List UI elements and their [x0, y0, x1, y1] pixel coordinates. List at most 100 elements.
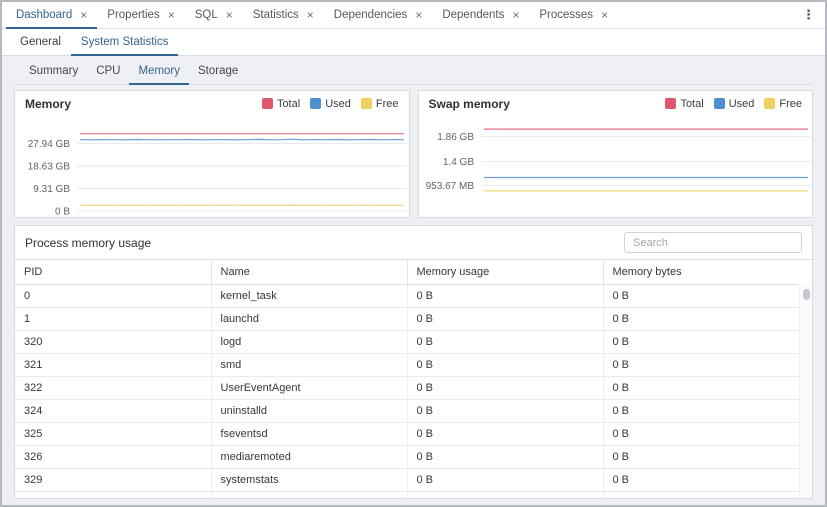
table-row: 322UserEventAgent0 B0 B: [15, 377, 799, 400]
table-cell: 0 B: [407, 446, 603, 469]
table-scrollbar[interactable]: [799, 285, 812, 498]
subtab-storage[interactable]: Storage: [189, 59, 247, 85]
table-cell: 0 B: [603, 492, 799, 499]
tab-dependents[interactable]: Dependents×: [432, 2, 529, 29]
document-tab-bar: Dashboard×Properties×SQL×Statistics×Depe…: [2, 2, 825, 29]
dashboard-section-tab-bar: GeneralSystem Statistics: [2, 29, 825, 56]
tab-label: SQL: [195, 9, 218, 21]
legend-item-total: Total: [262, 98, 300, 110]
table-cell: UserEventAgent: [211, 377, 407, 400]
column-header-pid[interactable]: PID: [15, 260, 211, 285]
tab-statistics[interactable]: Statistics ×: [243, 2, 324, 29]
table-cell: 326: [15, 446, 211, 469]
table-cell: 0 B: [407, 285, 603, 308]
table-cell: 0 B: [407, 377, 603, 400]
table-row: 321smd0 B0 B: [15, 354, 799, 377]
close-icon[interactable]: ×: [601, 9, 608, 21]
table-body: 0kernel_task0 B0 B1launchd0 B0 B320logd0…: [15, 285, 799, 499]
table-cell: 0 B: [407, 331, 603, 354]
table-row: 324uninstalld0 B0 B: [15, 400, 799, 423]
process-memory-usage-panel: Process memory usage PIDNameMemory usage…: [14, 225, 813, 499]
tab-label: Properties: [107, 9, 159, 21]
process-table-wrap: PIDNameMemory usageMemory bytes 0kernel_…: [15, 259, 812, 498]
table-row: 325fseventsd0 B0 B: [15, 423, 799, 446]
tab-label: Statistics: [253, 9, 299, 21]
legend-label: Used: [729, 98, 755, 110]
table-cell: kernel_task: [211, 285, 407, 308]
memory-chart-header: Memory TotalUsedFree: [15, 91, 409, 116]
table-cell: 0 B: [603, 285, 799, 308]
close-icon[interactable]: ×: [226, 9, 233, 21]
table-cell: 0 B: [603, 469, 799, 492]
svg-text:953.67 MB: 953.67 MB: [425, 181, 474, 192]
tab-properties[interactable]: Properties ×: [97, 2, 184, 29]
tab-label: Dashboard: [16, 9, 72, 21]
table-cell: configd: [211, 492, 407, 499]
kebab-menu-icon[interactable]: ⋮: [792, 2, 825, 28]
process-table: PIDNameMemory usageMemory bytes 0kernel_…: [15, 260, 799, 498]
legend-swatch-icon: [764, 98, 775, 109]
table-cell: 0 B: [407, 400, 603, 423]
close-icon[interactable]: ×: [307, 9, 314, 21]
table-cell: 320: [15, 331, 211, 354]
process-panel-header: Process memory usage: [15, 226, 812, 259]
column-header-memory-bytes[interactable]: Memory bytes: [603, 260, 799, 285]
legend-label: Total: [680, 98, 703, 110]
tab-dashboard[interactable]: Dashboard ×: [6, 2, 97, 29]
table-cell: logd: [211, 331, 407, 354]
table-cell: 0 B: [603, 308, 799, 331]
column-header-name[interactable]: Name: [211, 260, 407, 285]
legend-swatch-icon: [665, 98, 676, 109]
table-cell: mediaremoted: [211, 446, 407, 469]
tab2-general[interactable]: General: [10, 29, 71, 56]
swap-memory-chart-panel: Swap memory Total Used Free 1.86 GB1.4 GB9…: [418, 90, 814, 218]
table-cell: 322: [15, 377, 211, 400]
legend-label: Free: [779, 98, 802, 110]
column-header-memory-usage[interactable]: Memory usage: [407, 260, 603, 285]
tab-dependencies[interactable]: Dependencies×: [324, 2, 433, 29]
swap-memory-chart-legend: Total Used Free: [665, 98, 802, 110]
legend-swatch-icon: [714, 98, 725, 109]
tab-sql[interactable]: SQL ×: [185, 2, 243, 29]
table-cell: 329: [15, 469, 211, 492]
table-row: 326mediaremoted0 B0 B: [15, 446, 799, 469]
search-input[interactable]: [624, 232, 802, 253]
swap-memory-chart-header: Swap memory Total Used Free: [419, 91, 813, 116]
table-cell: launchd: [211, 308, 407, 331]
memory-chart-title: Memory: [25, 97, 71, 111]
table-cell: 0 B: [407, 308, 603, 331]
svg-text:27.94 GB: 27.94 GB: [28, 139, 71, 150]
table-cell: systemstats: [211, 469, 407, 492]
table-cell: 1: [15, 308, 211, 331]
table-row: 1launchd0 B0 B: [15, 308, 799, 331]
tab-processes[interactable]: Processes×: [529, 2, 618, 29]
legend-swatch-icon: [361, 98, 372, 109]
table-row: 0kernel_task0 B0 B: [15, 285, 799, 308]
table-cell: 321: [15, 354, 211, 377]
close-icon[interactable]: ×: [80, 9, 87, 21]
table-scrollbar-thumb[interactable]: [803, 289, 810, 300]
svg-text:18.63 GB: 18.63 GB: [28, 161, 71, 172]
subtab-memory[interactable]: Memory: [129, 59, 189, 85]
subtab-cpu[interactable]: CPU: [87, 59, 129, 85]
close-icon[interactable]: ×: [168, 9, 175, 21]
table-cell: 325: [15, 423, 211, 446]
table-cell: 0 B: [407, 492, 603, 499]
table-cell: 0: [15, 285, 211, 308]
tab2-system-statistics[interactable]: System Statistics: [71, 29, 179, 56]
subtab-summary[interactable]: Summary: [20, 59, 87, 85]
swap-memory-chart-plot: 1.86 GB1.4 GB953.67 MB: [419, 116, 813, 217]
legend-swatch-icon: [262, 98, 273, 109]
table-header-row: PIDNameMemory usageMemory bytes: [15, 260, 799, 285]
table-cell: 0 B: [603, 354, 799, 377]
table-row: 320logd0 B0 B: [15, 331, 799, 354]
table-cell: 0 B: [407, 423, 603, 446]
close-icon[interactable]: ×: [415, 9, 422, 21]
system-statistics-content: SummaryCPUMemoryStorage Memory TotalUsed…: [2, 56, 825, 505]
legend-item-free: Free: [361, 98, 399, 110]
table-cell: 0 B: [407, 469, 603, 492]
legend-label: Free: [376, 98, 399, 110]
table-cell: 0 B: [603, 423, 799, 446]
close-icon[interactable]: ×: [512, 9, 519, 21]
swap-memory-chart-title: Swap memory: [429, 97, 510, 111]
